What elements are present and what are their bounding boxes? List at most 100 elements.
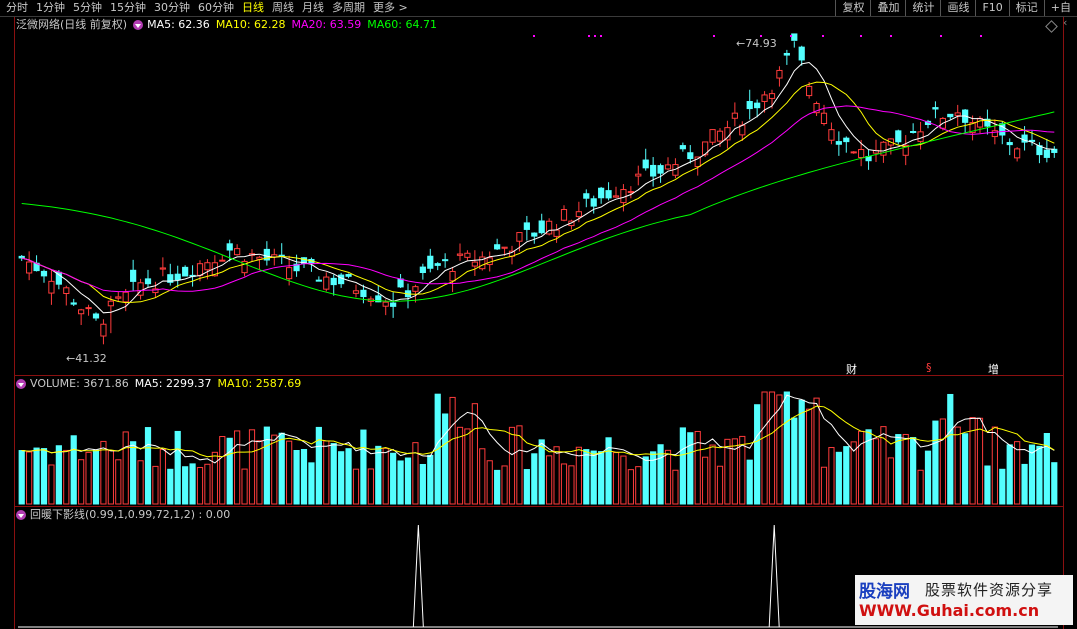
signal-dot bbox=[860, 35, 862, 37]
volume-bar bbox=[1028, 444, 1036, 505]
candle-body bbox=[196, 263, 204, 276]
candle-body bbox=[130, 269, 137, 282]
volume-bar bbox=[323, 440, 330, 505]
volume-bar bbox=[196, 467, 204, 505]
candle-body bbox=[991, 130, 998, 138]
volume-bar bbox=[315, 426, 322, 505]
candle-body bbox=[835, 141, 842, 145]
volume-bar bbox=[122, 431, 129, 505]
volume-bar bbox=[1021, 463, 1028, 505]
ma10-line bbox=[21, 81, 1055, 304]
candle-body bbox=[360, 289, 367, 298]
candle-body bbox=[70, 302, 77, 305]
volume-bar bbox=[144, 427, 152, 505]
volume-bar bbox=[843, 446, 850, 505]
candle-body bbox=[598, 187, 605, 199]
volume-bar bbox=[367, 468, 374, 505]
candle-body bbox=[338, 274, 345, 285]
signal-dot bbox=[940, 35, 942, 37]
signal-dot bbox=[980, 35, 982, 37]
indicator-menu-icon[interactable] bbox=[133, 20, 144, 30]
volume-bar bbox=[939, 418, 946, 505]
volume-bar bbox=[159, 448, 166, 505]
candle-body bbox=[182, 266, 189, 277]
price-volume-divider[interactable] bbox=[14, 375, 1064, 376]
volume-bar bbox=[137, 460, 144, 505]
volume-bar bbox=[895, 434, 902, 505]
ma20-value: MA20: 63.59 bbox=[291, 18, 362, 31]
logo-slogan: 股票软件资源分享 bbox=[925, 581, 1054, 599]
candlestick-chart[interactable] bbox=[0, 0, 1077, 629]
volume-bar bbox=[449, 396, 456, 505]
candle-body bbox=[791, 33, 798, 41]
volume-bar bbox=[627, 469, 634, 505]
volume-bar bbox=[494, 469, 501, 505]
volume-bar bbox=[345, 448, 352, 505]
candle-body bbox=[1006, 142, 1013, 146]
volume-bar bbox=[754, 404, 761, 505]
candle-body bbox=[731, 112, 738, 119]
candle-body bbox=[412, 286, 419, 292]
volume-bar bbox=[531, 453, 538, 505]
volume-bar bbox=[806, 408, 813, 505]
indicator-pane-menu-icon[interactable] bbox=[16, 510, 26, 520]
candle-body bbox=[78, 309, 85, 315]
candle-body bbox=[761, 94, 768, 102]
volume-bar bbox=[1006, 444, 1013, 505]
volume-bar bbox=[687, 432, 694, 505]
volume-menu-icon[interactable] bbox=[16, 379, 26, 389]
volume-bar bbox=[716, 465, 724, 505]
volume-bar bbox=[783, 391, 790, 505]
volume-bar bbox=[546, 455, 553, 505]
candle-body bbox=[664, 164, 672, 170]
volume-bar bbox=[820, 466, 828, 505]
volume-bar bbox=[798, 399, 805, 505]
volume-bar bbox=[271, 434, 278, 505]
volume-bar bbox=[954, 426, 961, 505]
volume-bar bbox=[924, 450, 932, 505]
event-marker-increase[interactable]: 增 bbox=[988, 361, 999, 377]
volume-bar bbox=[352, 468, 360, 505]
candle-body bbox=[716, 130, 724, 142]
candle-body bbox=[850, 151, 857, 154]
volume-bar bbox=[397, 460, 404, 505]
volume-indicator-divider[interactable] bbox=[14, 506, 1064, 507]
candle-body bbox=[397, 278, 404, 288]
volume-bar bbox=[70, 435, 77, 505]
volume-bar bbox=[635, 466, 642, 505]
candle-body bbox=[820, 112, 828, 125]
low-price-label: ←41.32 bbox=[66, 352, 107, 365]
event-marker-section[interactable]: § bbox=[926, 361, 932, 374]
event-marker-finance[interactable]: 财 bbox=[846, 361, 857, 377]
candle-body bbox=[1051, 148, 1058, 153]
candle-body bbox=[100, 323, 107, 337]
ma5-value: MA5: 62.36 bbox=[147, 18, 210, 31]
volume-bar bbox=[1043, 433, 1050, 505]
candle-body bbox=[352, 290, 360, 294]
candle-body bbox=[798, 46, 805, 61]
volume-bar bbox=[382, 447, 389, 505]
logo-name: 股海网 bbox=[859, 582, 910, 602]
volume-bar bbox=[100, 440, 107, 505]
candle-body bbox=[427, 255, 434, 269]
candle-body bbox=[456, 253, 464, 256]
volume-bar bbox=[33, 447, 40, 505]
volume-bar bbox=[211, 451, 218, 505]
candle-body bbox=[560, 209, 568, 221]
candle-body bbox=[330, 277, 337, 286]
candle-body bbox=[323, 276, 330, 290]
volume-bar bbox=[672, 469, 679, 505]
volume-bar bbox=[1051, 462, 1058, 505]
volume-ma10-value: MA10: 2587.69 bbox=[217, 377, 302, 390]
expand-chevron-icon[interactable]: ‹ bbox=[1063, 16, 1067, 29]
candle-body bbox=[583, 193, 590, 199]
candle-body bbox=[234, 248, 241, 256]
volume-bar bbox=[419, 463, 426, 505]
volume-bar bbox=[308, 462, 315, 505]
volume-bar bbox=[1014, 441, 1021, 505]
volume-bar bbox=[620, 455, 627, 505]
volume-bar bbox=[523, 469, 530, 505]
volume-bar bbox=[286, 440, 293, 505]
volume-bar bbox=[456, 426, 464, 505]
volume-bar bbox=[910, 437, 917, 505]
